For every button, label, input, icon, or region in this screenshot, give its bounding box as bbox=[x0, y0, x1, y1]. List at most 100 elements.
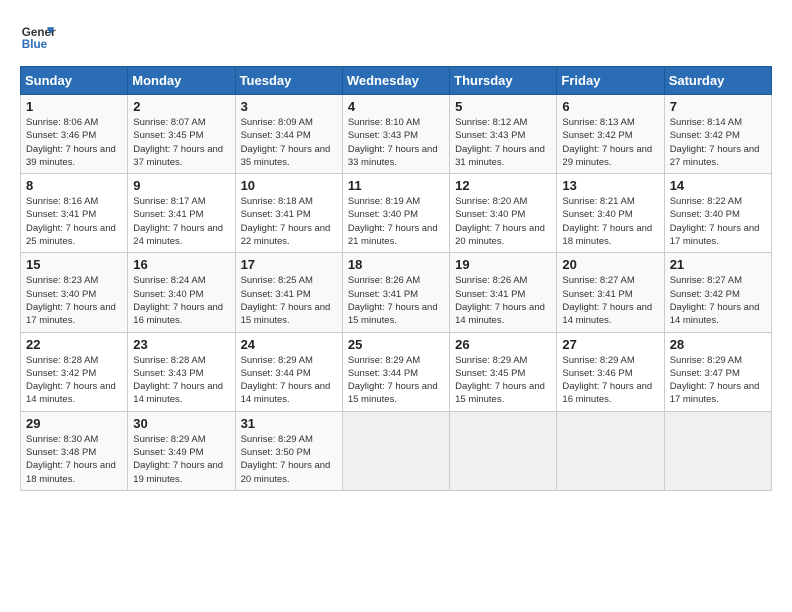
day-info: Sunrise: 8:29 AMSunset: 3:47 PMDaylight:… bbox=[670, 354, 766, 407]
calendar-cell: 14 Sunrise: 8:22 AMSunset: 3:40 PMDayligh… bbox=[664, 174, 771, 253]
calendar-cell: 30 Sunrise: 8:29 AMSunset: 3:49 PMDayligh… bbox=[128, 411, 235, 490]
svg-text:Blue: Blue bbox=[22, 38, 48, 51]
day-info: Sunrise: 8:24 AMSunset: 3:40 PMDaylight:… bbox=[133, 274, 229, 327]
day-info: Sunrise: 8:17 AMSunset: 3:41 PMDaylight:… bbox=[133, 195, 229, 248]
day-number: 16 bbox=[133, 257, 229, 272]
day-number: 8 bbox=[26, 178, 122, 193]
day-info: Sunrise: 8:29 AMSunset: 3:50 PMDaylight:… bbox=[241, 433, 337, 486]
page-header: General Blue bbox=[20, 20, 772, 56]
col-header-tuesday: Tuesday bbox=[235, 67, 342, 95]
calendar-cell: 10 Sunrise: 8:18 AMSunset: 3:41 PMDayligh… bbox=[235, 174, 342, 253]
day-info: Sunrise: 8:06 AMSunset: 3:46 PMDaylight:… bbox=[26, 116, 122, 169]
calendar-cell: 23 Sunrise: 8:28 AMSunset: 3:43 PMDayligh… bbox=[128, 332, 235, 411]
day-number: 24 bbox=[241, 337, 337, 352]
day-info: Sunrise: 8:26 AMSunset: 3:41 PMDaylight:… bbox=[348, 274, 444, 327]
day-info: Sunrise: 8:29 AMSunset: 3:49 PMDaylight:… bbox=[133, 433, 229, 486]
calendar-cell: 15 Sunrise: 8:23 AMSunset: 3:40 PMDayligh… bbox=[21, 253, 128, 332]
day-number: 26 bbox=[455, 337, 551, 352]
calendar-cell: 5 Sunrise: 8:12 AMSunset: 3:43 PMDaylight… bbox=[450, 95, 557, 174]
calendar-cell: 27 Sunrise: 8:29 AMSunset: 3:46 PMDayligh… bbox=[557, 332, 664, 411]
day-number: 27 bbox=[562, 337, 658, 352]
col-header-saturday: Saturday bbox=[664, 67, 771, 95]
day-number: 4 bbox=[348, 99, 444, 114]
col-header-wednesday: Wednesday bbox=[342, 67, 449, 95]
day-info: Sunrise: 8:27 AMSunset: 3:41 PMDaylight:… bbox=[562, 274, 658, 327]
calendar-cell bbox=[557, 411, 664, 490]
day-number: 2 bbox=[133, 99, 229, 114]
day-info: Sunrise: 8:29 AMSunset: 3:46 PMDaylight:… bbox=[562, 354, 658, 407]
day-info: Sunrise: 8:18 AMSunset: 3:41 PMDaylight:… bbox=[241, 195, 337, 248]
calendar-cell: 31 Sunrise: 8:29 AMSunset: 3:50 PMDayligh… bbox=[235, 411, 342, 490]
day-info: Sunrise: 8:23 AMSunset: 3:40 PMDaylight:… bbox=[26, 274, 122, 327]
day-info: Sunrise: 8:28 AMSunset: 3:42 PMDaylight:… bbox=[26, 354, 122, 407]
week-row-3: 15 Sunrise: 8:23 AMSunset: 3:40 PMDayligh… bbox=[21, 253, 772, 332]
day-info: Sunrise: 8:20 AMSunset: 3:40 PMDaylight:… bbox=[455, 195, 551, 248]
calendar-cell bbox=[342, 411, 449, 490]
day-number: 9 bbox=[133, 178, 229, 193]
week-row-4: 22 Sunrise: 8:28 AMSunset: 3:42 PMDayligh… bbox=[21, 332, 772, 411]
calendar-cell: 26 Sunrise: 8:29 AMSunset: 3:45 PMDayligh… bbox=[450, 332, 557, 411]
day-number: 15 bbox=[26, 257, 122, 272]
col-header-thursday: Thursday bbox=[450, 67, 557, 95]
day-number: 7 bbox=[670, 99, 766, 114]
calendar-cell: 3 Sunrise: 8:09 AMSunset: 3:44 PMDaylight… bbox=[235, 95, 342, 174]
day-number: 14 bbox=[670, 178, 766, 193]
calendar-cell: 2 Sunrise: 8:07 AMSunset: 3:45 PMDaylight… bbox=[128, 95, 235, 174]
calendar-cell: 19Sunrise: 8:26 AMSunset: 3:41 PMDayligh… bbox=[450, 253, 557, 332]
day-number: 30 bbox=[133, 416, 229, 431]
day-number: 13 bbox=[562, 178, 658, 193]
calendar-cell: 28 Sunrise: 8:29 AMSunset: 3:47 PMDayligh… bbox=[664, 332, 771, 411]
day-number: 20 bbox=[562, 257, 658, 272]
day-info: Sunrise: 8:22 AMSunset: 3:40 PMDaylight:… bbox=[670, 195, 766, 248]
day-info: Sunrise: 8:09 AMSunset: 3:44 PMDaylight:… bbox=[241, 116, 337, 169]
day-number: 6 bbox=[562, 99, 658, 114]
day-number: 10 bbox=[241, 178, 337, 193]
calendar-cell: 1Sunrise: 8:06 AMSunset: 3:46 PMDaylight… bbox=[21, 95, 128, 174]
calendar-cell: 7 Sunrise: 8:14 AMSunset: 3:42 PMDaylight… bbox=[664, 95, 771, 174]
day-info: Sunrise: 8:07 AMSunset: 3:45 PMDaylight:… bbox=[133, 116, 229, 169]
calendar-cell: 29Sunrise: 8:30 AMSunset: 3:48 PMDayligh… bbox=[21, 411, 128, 490]
col-header-sunday: Sunday bbox=[21, 67, 128, 95]
calendar-header-row: SundayMondayTuesdayWednesdayThursdayFrid… bbox=[21, 67, 772, 95]
day-info: Sunrise: 8:13 AMSunset: 3:42 PMDaylight:… bbox=[562, 116, 658, 169]
col-header-monday: Monday bbox=[128, 67, 235, 95]
calendar-cell: 16 Sunrise: 8:24 AMSunset: 3:40 PMDayligh… bbox=[128, 253, 235, 332]
day-number: 5 bbox=[455, 99, 551, 114]
week-row-1: 1Sunrise: 8:06 AMSunset: 3:46 PMDaylight… bbox=[21, 95, 772, 174]
day-info: Sunrise: 8:14 AMSunset: 3:42 PMDaylight:… bbox=[670, 116, 766, 169]
day-number: 3 bbox=[241, 99, 337, 114]
day-info: Sunrise: 8:30 AMSunset: 3:48 PMDaylight:… bbox=[26, 433, 122, 486]
day-number: 28 bbox=[670, 337, 766, 352]
logo-icon: General Blue bbox=[20, 20, 56, 56]
calendar-cell: 17 Sunrise: 8:25 AMSunset: 3:41 PMDayligh… bbox=[235, 253, 342, 332]
col-header-friday: Friday bbox=[557, 67, 664, 95]
calendar-cell: 22 Sunrise: 8:28 AMSunset: 3:42 PMDayligh… bbox=[21, 332, 128, 411]
calendar-cell: 13 Sunrise: 8:21 AMSunset: 3:40 PMDayligh… bbox=[557, 174, 664, 253]
day-info: Sunrise: 8:26 AMSunset: 3:41 PMDaylight:… bbox=[455, 274, 551, 327]
day-number: 22 bbox=[26, 337, 122, 352]
logo: General Blue bbox=[20, 20, 56, 56]
day-info: Sunrise: 8:12 AMSunset: 3:43 PMDaylight:… bbox=[455, 116, 551, 169]
day-number: 17 bbox=[241, 257, 337, 272]
calendar-cell: 21Sunrise: 8:27 AMSunset: 3:42 PMDayligh… bbox=[664, 253, 771, 332]
day-number: 21 bbox=[670, 257, 766, 272]
calendar-cell bbox=[664, 411, 771, 490]
day-info: Sunrise: 8:21 AMSunset: 3:40 PMDaylight:… bbox=[562, 195, 658, 248]
week-row-2: 8 Sunrise: 8:16 AMSunset: 3:41 PMDaylight… bbox=[21, 174, 772, 253]
calendar-body: 1Sunrise: 8:06 AMSunset: 3:46 PMDaylight… bbox=[21, 95, 772, 491]
day-info: Sunrise: 8:10 AMSunset: 3:43 PMDaylight:… bbox=[348, 116, 444, 169]
calendar-cell: 6 Sunrise: 8:13 AMSunset: 3:42 PMDaylight… bbox=[557, 95, 664, 174]
day-info: Sunrise: 8:25 AMSunset: 3:41 PMDaylight:… bbox=[241, 274, 337, 327]
day-number: 12 bbox=[455, 178, 551, 193]
day-info: Sunrise: 8:16 AMSunset: 3:41 PMDaylight:… bbox=[26, 195, 122, 248]
calendar-cell: 25Sunrise: 8:29 AMSunset: 3:44 PMDayligh… bbox=[342, 332, 449, 411]
calendar-cell: 18Sunrise: 8:26 AMSunset: 3:41 PMDayligh… bbox=[342, 253, 449, 332]
day-info: Sunrise: 8:29 AMSunset: 3:44 PMDaylight:… bbox=[348, 354, 444, 407]
day-number: 31 bbox=[241, 416, 337, 431]
day-number: 23 bbox=[133, 337, 229, 352]
day-info: Sunrise: 8:28 AMSunset: 3:43 PMDaylight:… bbox=[133, 354, 229, 407]
day-info: Sunrise: 8:29 AMSunset: 3:45 PMDaylight:… bbox=[455, 354, 551, 407]
week-row-5: 29Sunrise: 8:30 AMSunset: 3:48 PMDayligh… bbox=[21, 411, 772, 490]
calendar-cell: 12 Sunrise: 8:20 AMSunset: 3:40 PMDayligh… bbox=[450, 174, 557, 253]
calendar-cell: 9 Sunrise: 8:17 AMSunset: 3:41 PMDaylight… bbox=[128, 174, 235, 253]
